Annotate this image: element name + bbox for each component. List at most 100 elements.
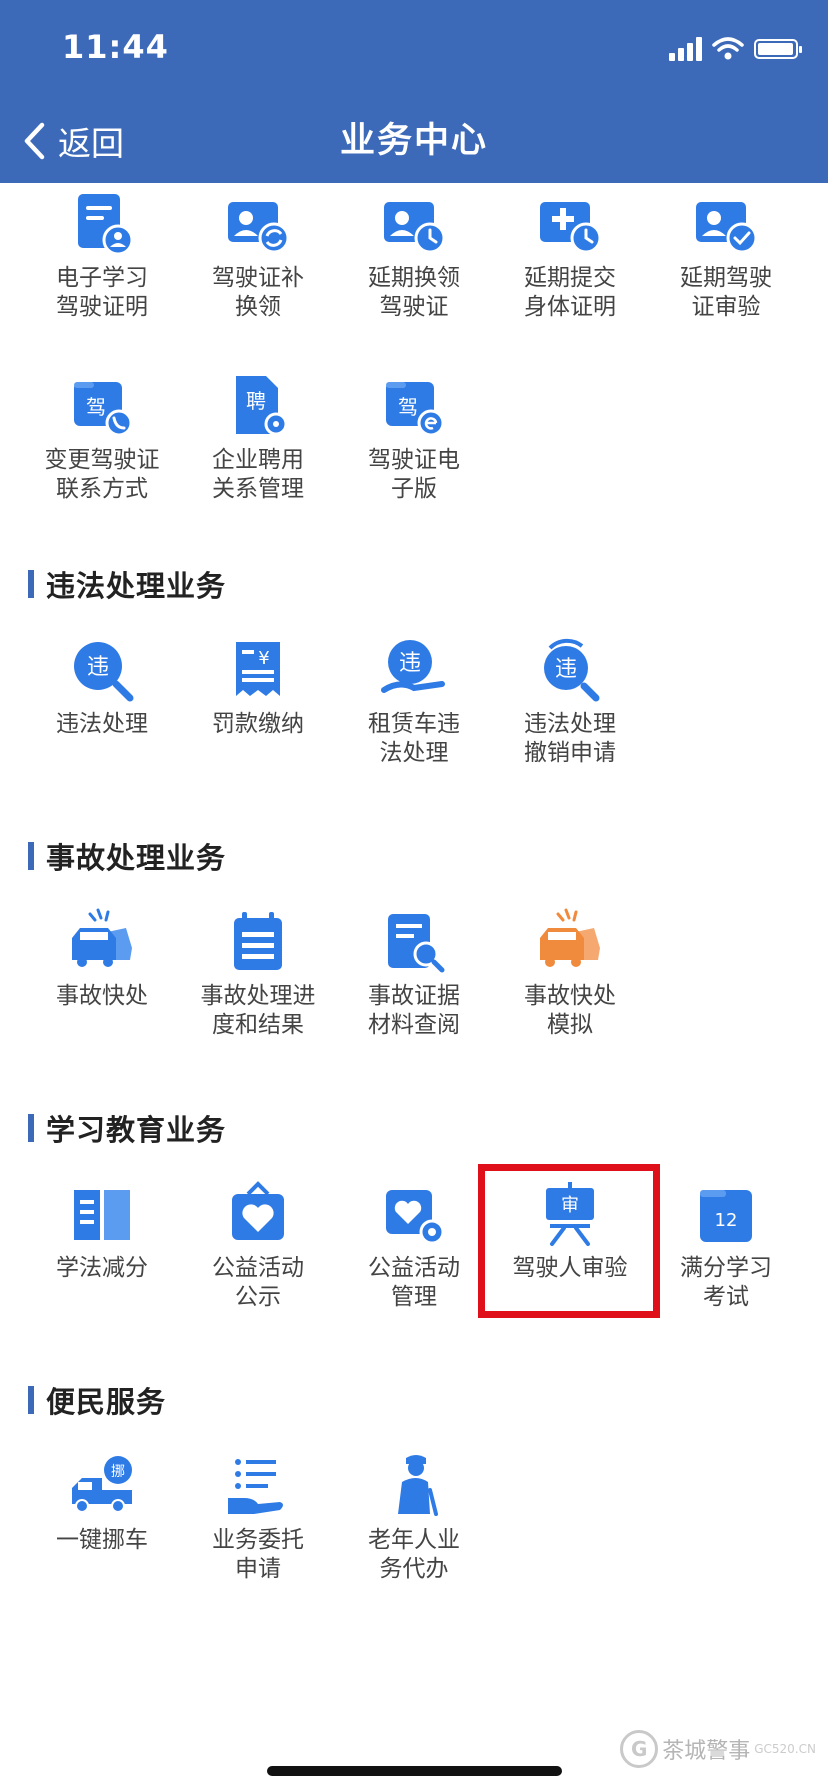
rental-violation-icon: 违 bbox=[381, 640, 445, 693]
section-title-text: 学习教育业务 bbox=[46, 1113, 227, 1147]
document-user-icon bbox=[78, 194, 134, 256]
icon-glyph: 违 bbox=[555, 657, 577, 682]
tile-label: 违法处理 撤销申请 bbox=[524, 711, 616, 766]
elderly-person-icon bbox=[398, 1455, 438, 1516]
tile-label: 电子学习 驾驶证明 bbox=[56, 265, 148, 320]
electronic-license-icon: 驾 bbox=[386, 382, 445, 437]
tile-employment-management[interactable]: 聘 企业聘用 关系管理 bbox=[180, 372, 336, 532]
tile-extend-license-renewal[interactable]: 延期换领 驾驶证 bbox=[336, 190, 492, 350]
tile-change-contact[interactable]: 驾 变更驾驶证 联系方式 bbox=[24, 372, 180, 532]
tile-rental-violation[interactable]: 违 租赁车违 法处理 bbox=[336, 636, 492, 796]
tile-accident-evidence[interactable]: 事故证据 材料查阅 bbox=[336, 908, 492, 1068]
icon-glyph: 违 bbox=[87, 655, 109, 680]
charity-board-icon bbox=[232, 1181, 284, 1240]
cellular-signal-icon bbox=[669, 37, 702, 61]
tile-study-reduce-points[interactable]: 学法减分 bbox=[24, 1180, 180, 1340]
tile-label: 事故处理进 度和结果 bbox=[200, 983, 316, 1038]
license-check-icon bbox=[696, 202, 758, 254]
wifi-icon bbox=[712, 37, 744, 60]
section-title-violation: 违法处理业务 bbox=[28, 564, 226, 604]
tile-extend-medical-proof[interactable]: 延期提交 身体证明 bbox=[492, 190, 648, 350]
icon-glyph: 挪 bbox=[111, 1464, 125, 1480]
tile-label: 满分学习 考试 bbox=[680, 1255, 772, 1310]
license-phone-icon: 驾 bbox=[74, 382, 133, 437]
tile-label: 事故快处 bbox=[56, 983, 148, 1009]
tile-label: 学法减分 bbox=[56, 1255, 148, 1281]
section-title-text: 违法处理业务 bbox=[46, 569, 227, 603]
charity-gear-icon bbox=[386, 1190, 445, 1245]
icon-glyph: 驾 bbox=[398, 395, 418, 419]
battery-icon bbox=[754, 39, 802, 59]
tile-label: 事故快处 模拟 bbox=[524, 983, 616, 1038]
section-title-convenience: 便民服务 bbox=[28, 1380, 166, 1420]
tile-label: 老年人业 务代办 bbox=[368, 1527, 460, 1582]
medical-clock-icon bbox=[540, 202, 602, 254]
employment-doc-icon: 聘 bbox=[236, 376, 288, 436]
violation-search-icon: 违 bbox=[74, 642, 134, 702]
highlight-box bbox=[478, 1164, 660, 1318]
tile-label: 违法处理 bbox=[56, 711, 148, 737]
tile-violation-handling[interactable]: 违 违法处理 bbox=[24, 636, 180, 796]
tile-violation-revoke[interactable]: 违 违法处理 撤销申请 bbox=[492, 636, 648, 796]
tile-elderly-agency[interactable]: 老年人业 务代办 bbox=[336, 1452, 492, 1612]
icon-glyph: 聘 bbox=[246, 389, 266, 413]
section-accent-bar bbox=[28, 570, 34, 598]
tile-accident-progress[interactable]: 事故处理进 度和结果 bbox=[180, 908, 336, 1068]
status-time: 11:44 bbox=[62, 28, 169, 66]
home-indicator[interactable] bbox=[267, 1766, 562, 1776]
tile-label: 延期换领 驾驶证 bbox=[368, 265, 460, 320]
icon-glyph: 12 bbox=[715, 1210, 738, 1231]
tile-label: 公益活动 管理 bbox=[368, 1255, 460, 1310]
watermark-text: 茶城警事 bbox=[662, 1739, 751, 1764]
tile-label: 企业聘用 关系管理 bbox=[212, 447, 304, 502]
tile-electronic-study-proof[interactable]: 电子学习 驾驶证明 bbox=[24, 190, 180, 350]
open-book-icon bbox=[74, 1190, 130, 1240]
section-accent-bar bbox=[28, 842, 34, 870]
exam-calendar-icon: 12 bbox=[700, 1190, 752, 1242]
tile-fine-payment[interactable]: ¥ 罚款缴纳 bbox=[180, 636, 336, 796]
tile-label: 驾驶证电 子版 bbox=[368, 447, 460, 502]
watermark-logo-icon: G bbox=[620, 1730, 659, 1768]
tile-label: 罚款缴纳 bbox=[212, 711, 304, 737]
tile-label: 租赁车违 法处理 bbox=[368, 711, 460, 766]
section-title-text: 事故处理业务 bbox=[46, 841, 227, 875]
icon-glyph: ¥ bbox=[258, 648, 269, 669]
tile-label: 公益活动 公示 bbox=[212, 1255, 304, 1310]
tile-charity-publicity[interactable]: 公益活动 公示 bbox=[180, 1180, 336, 1340]
violation-revoke-icon: 违 bbox=[544, 638, 600, 702]
tile-electronic-license[interactable]: 驾 驾驶证电 子版 bbox=[336, 372, 492, 532]
tile-label: 变更驾驶证 联系方式 bbox=[44, 447, 160, 502]
document-search-icon bbox=[388, 914, 445, 973]
car-crash-icon bbox=[72, 908, 132, 967]
calendar-progress-icon bbox=[234, 912, 282, 970]
page-title: 业务中心 bbox=[339, 121, 488, 161]
section-accent-bar bbox=[28, 1114, 34, 1142]
tile-charity-management[interactable]: 公益活动 管理 bbox=[336, 1180, 492, 1340]
app-header: 11:44 返回 业务中心 bbox=[0, 0, 828, 183]
icon-glyph: 驾 bbox=[86, 395, 106, 419]
section-title-accident: 事故处理业务 bbox=[28, 836, 226, 876]
section-title-education: 学习教育业务 bbox=[28, 1108, 226, 1148]
tile-label: 业务委托 申请 bbox=[212, 1527, 304, 1582]
tile-label: 驾驶证补 换领 bbox=[212, 265, 304, 320]
tile-label: 延期驾驶 证审验 bbox=[680, 265, 772, 320]
tile-extend-license-review[interactable]: 延期驾驶 证审验 bbox=[648, 190, 804, 350]
fine-receipt-icon: ¥ bbox=[236, 642, 280, 696]
delegation-hand-icon bbox=[228, 1459, 283, 1514]
tile-license-replace[interactable]: 驾驶证补 换领 bbox=[180, 190, 336, 350]
tile-accident-quick[interactable]: 事故快处 bbox=[24, 908, 180, 1068]
tile-accident-simulation[interactable]: 事故快处 模拟 bbox=[492, 908, 648, 1068]
car-crash-orange-icon bbox=[540, 908, 600, 967]
watermark: G 茶城警事 GC520.CN bbox=[620, 1716, 816, 1782]
tile-label: 一键挪车 bbox=[56, 1527, 148, 1553]
license-clock-icon bbox=[384, 202, 446, 254]
tow-truck-icon: 挪 bbox=[72, 1456, 132, 1513]
tile-label: 事故证据 材料查阅 bbox=[368, 983, 460, 1038]
tile-business-delegation[interactable]: 业务委托 申请 bbox=[180, 1452, 336, 1612]
section-accent-bar bbox=[28, 1386, 34, 1414]
tile-full-score-exam[interactable]: 12 满分学习 考试 bbox=[648, 1180, 804, 1340]
tile-label: 延期提交 身体证明 bbox=[524, 265, 616, 320]
icon-glyph: 违 bbox=[399, 651, 421, 676]
section-title-text: 便民服务 bbox=[46, 1385, 167, 1419]
tile-move-car[interactable]: 挪 一键挪车 bbox=[24, 1452, 180, 1612]
